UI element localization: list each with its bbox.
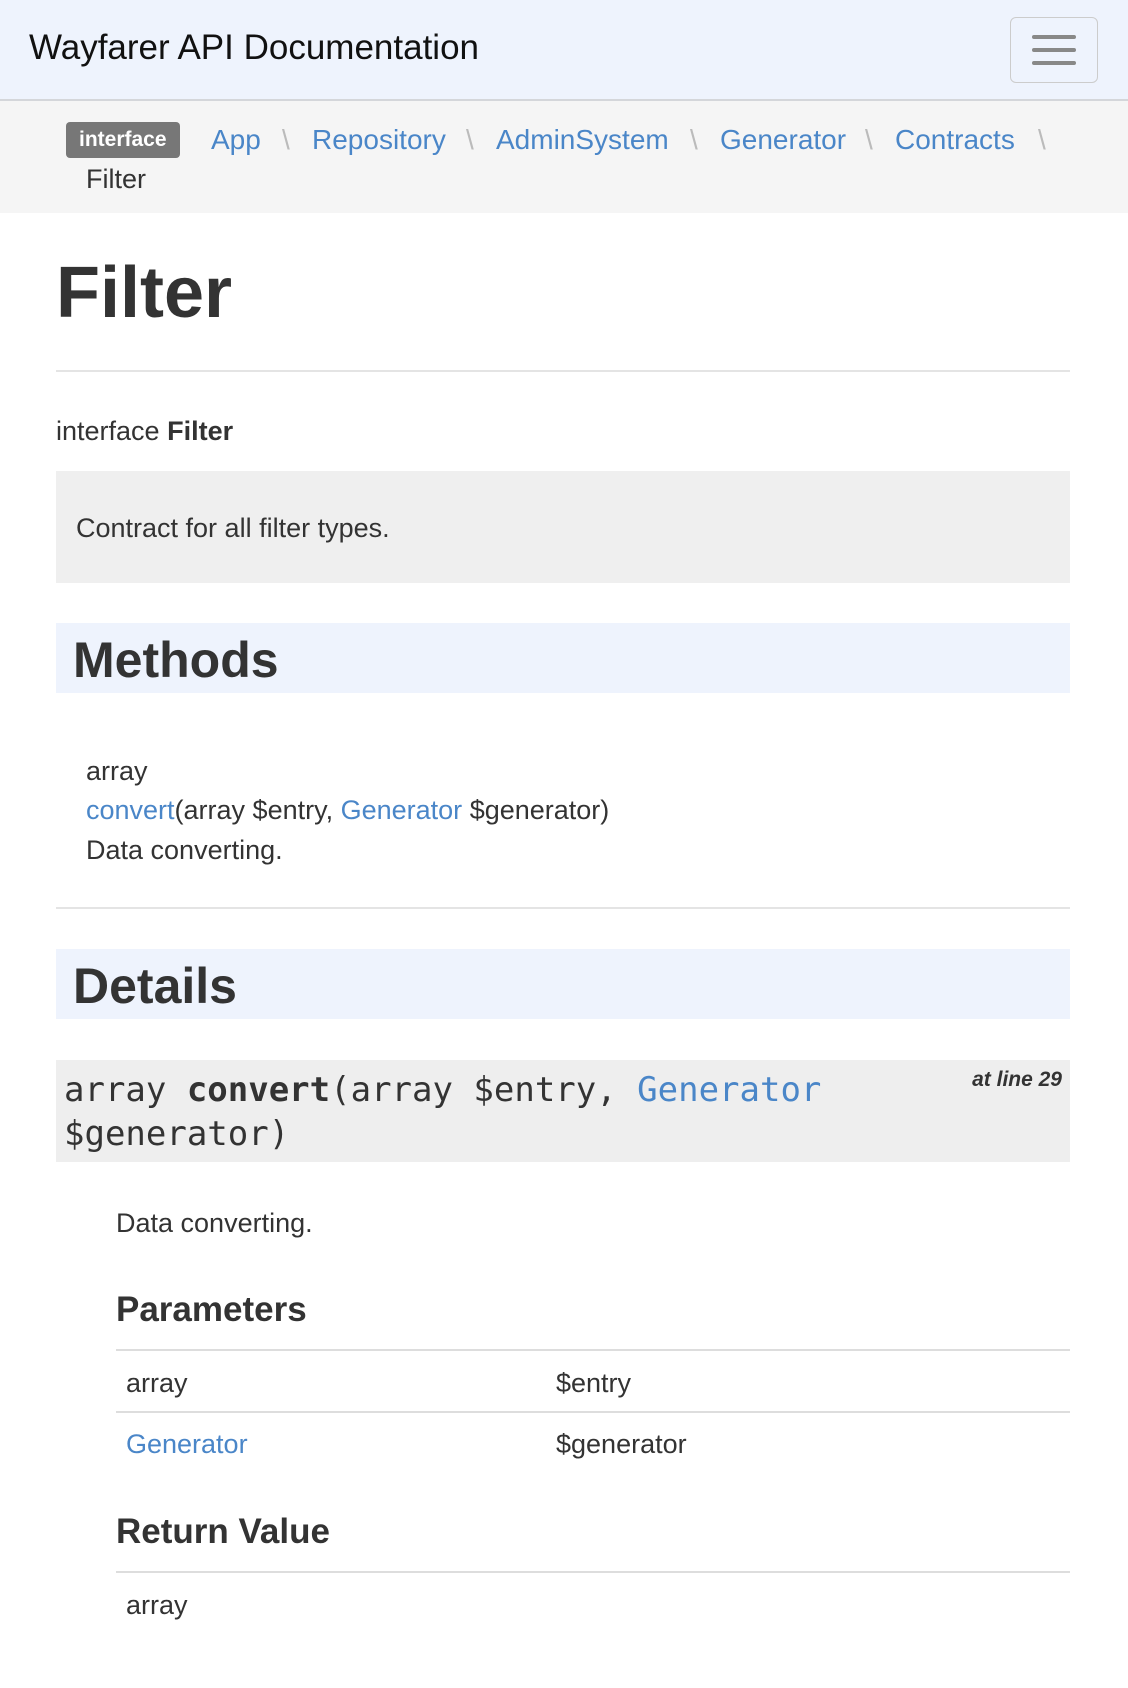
parameters-heading: Parameters <box>116 1290 307 1329</box>
method-link-convert[interactable]: convert <box>86 795 175 825</box>
breadcrumb-separator: \ <box>865 124 873 155</box>
generator-type-link[interactable]: Generator <box>341 795 463 825</box>
method-args: $generator) <box>462 795 610 825</box>
breadcrumb-link-repository[interactable]: Repository <box>312 122 446 158</box>
method-signature-code: array convert(array $entry, Generator $ge… <box>56 1060 1070 1162</box>
kind-name: Filter <box>167 416 234 446</box>
type-declaration: interface Filter <box>56 416 233 447</box>
divider <box>56 907 1070 909</box>
methods-heading: Methods <box>56 623 1070 693</box>
method-signature: convert(array $entry, Generator $generat… <box>86 795 609 826</box>
breadcrumb-separator: \ <box>690 124 698 155</box>
param-name: $entry <box>556 1368 632 1398</box>
source-line: at line 29 <box>972 1068 1062 1091</box>
details-heading: Details <box>56 949 1070 1019</box>
param-name: $generator <box>556 1429 687 1459</box>
page-title: Filter <box>56 253 233 333</box>
generator-type-link[interactable]: Generator <box>637 1070 821 1110</box>
divider <box>56 370 1070 372</box>
kind-prefix: interface <box>56 416 160 446</box>
method-args: $generator) <box>64 1114 290 1154</box>
return-value-heading: Return Value <box>116 1512 330 1551</box>
brand-title[interactable]: Wayfarer API Documentation <box>29 28 479 68</box>
table-divider <box>116 1571 1070 1573</box>
navbar: Wayfarer API Documentation <box>0 0 1128 101</box>
menu-toggle-button[interactable] <box>1010 17 1098 83</box>
breadcrumb-link-generator[interactable]: Generator <box>720 122 846 158</box>
return-type: array <box>126 1590 188 1620</box>
breadcrumb-separator: \ <box>1038 124 1046 155</box>
breadcrumb-link-adminsystem[interactable]: AdminSystem <box>496 122 669 158</box>
type-badge: interface <box>66 122 180 158</box>
param-type-link[interactable]: Generator <box>126 1429 248 1460</box>
breadcrumb-separator: \ <box>282 124 290 155</box>
method-summary: Data converting. <box>86 835 283 865</box>
breadcrumb-current: Filter <box>86 164 146 194</box>
method-args: (array $entry, <box>330 1070 638 1110</box>
breadcrumb-separator: \ <box>466 124 474 155</box>
table-divider <box>116 1411 1070 1413</box>
breadcrumb-link-contracts[interactable]: Contracts <box>895 122 1015 158</box>
description-box: Contract for all filter types. <box>56 471 1070 583</box>
param-type: array <box>126 1368 188 1398</box>
breadcrumb-link-app[interactable]: App <box>211 122 261 158</box>
method-name: convert <box>186 1070 331 1110</box>
return-type: array <box>64 1070 187 1110</box>
method-return-type: array <box>86 756 148 786</box>
method-args: (array $entry, <box>174 795 341 825</box>
method-description: Data converting. <box>116 1208 313 1238</box>
table-divider <box>116 1349 1070 1351</box>
